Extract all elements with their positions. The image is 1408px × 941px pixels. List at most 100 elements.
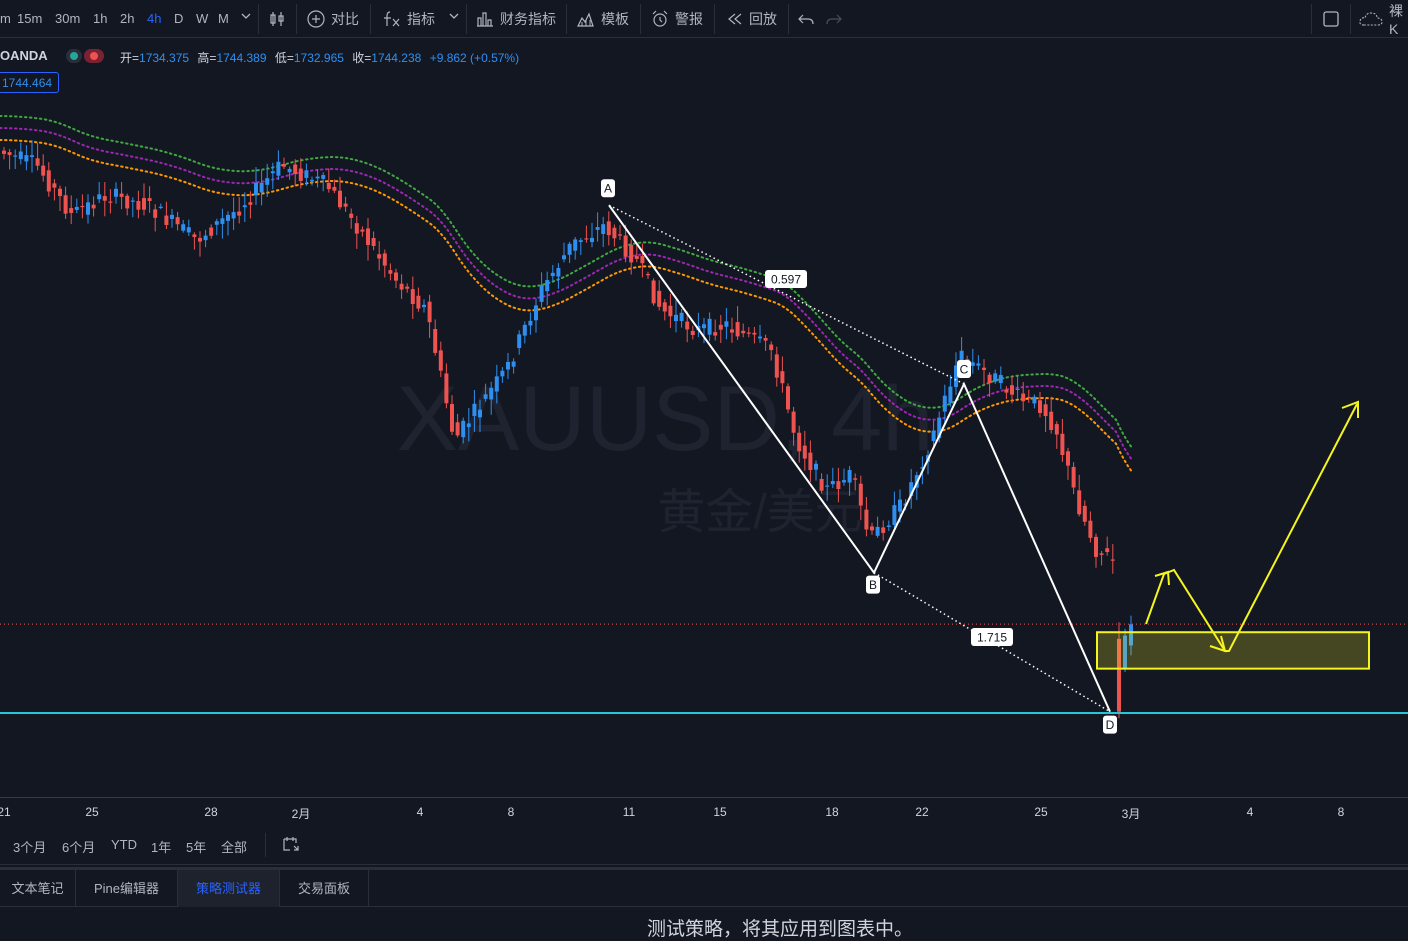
range-all[interactable]: 全部	[221, 837, 247, 856]
candle	[18, 142, 23, 165]
candle	[758, 324, 762, 343]
candle	[567, 241, 572, 264]
x-tick-label: 25	[85, 805, 99, 819]
interval-m[interactable]: m	[0, 11, 11, 26]
interval-30m[interactable]: 30m	[55, 11, 80, 26]
time-axis[interactable]: 21 25 28 2月 4 8 11 15 18 22 25 3月 4 8	[0, 797, 1408, 825]
alarm-clock-icon	[650, 9, 670, 29]
interval-1h[interactable]: 1h	[93, 11, 107, 26]
top-toolbar: m 15m 30m 1h 2h 4h D W M 对比 指标 财务指标 模板 警…	[0, 0, 1408, 38]
indicators-button[interactable]: 指标	[382, 0, 435, 38]
candle	[1054, 421, 1059, 449]
candle	[310, 176, 314, 186]
square-icon	[1322, 10, 1340, 28]
low-key: 低=	[274, 51, 294, 65]
templates-button[interactable]: 模板	[576, 0, 629, 38]
x-tick-label: 8	[507, 805, 515, 819]
ac-ratio-line	[608, 204, 965, 385]
redo-button[interactable]	[825, 0, 843, 38]
candle	[360, 226, 365, 237]
candle	[668, 293, 673, 328]
x-tick-label: 21	[0, 805, 11, 819]
high-key: 高=	[197, 51, 217, 65]
layout-button[interactable]	[1322, 0, 1340, 38]
market-status-open-icon[interactable]	[66, 49, 82, 63]
interval-m-month[interactable]: M	[218, 11, 229, 26]
candle	[46, 162, 51, 197]
x-tick-label: 8	[1337, 805, 1345, 819]
x-tick-label: 2月	[291, 807, 311, 821]
candle	[679, 308, 684, 328]
target-zone	[1096, 631, 1370, 670]
close-value: 1744.238	[371, 51, 422, 65]
range-5y[interactable]: 5年	[186, 837, 206, 856]
candle	[1032, 394, 1037, 409]
candle	[741, 323, 746, 338]
candle	[1010, 375, 1014, 404]
interval-15m[interactable]: 15m	[17, 11, 42, 26]
symbol-label[interactable]: OANDA	[0, 48, 48, 63]
candle	[405, 283, 410, 293]
alert-button[interactable]: 警报	[650, 0, 703, 38]
template-icon	[576, 9, 596, 29]
candle	[522, 321, 527, 344]
tab-pine-editor[interactable]: Pine编辑器	[76, 870, 178, 907]
candle	[198, 231, 202, 257]
candle	[987, 372, 992, 397]
candle	[1066, 447, 1070, 480]
tab-text-notes[interactable]: 文本笔记	[0, 870, 76, 907]
candle	[354, 215, 359, 249]
candle	[842, 468, 846, 486]
cloud-layout-button[interactable]: 裸K	[1358, 0, 1408, 38]
candle	[1049, 396, 1054, 434]
interval-4h[interactable]: 4h	[147, 11, 161, 26]
candle	[214, 218, 219, 236]
price-chart[interactable]: XAUUSD, 4h 黄金/美元 A B C D 0.597 1.715	[0, 38, 1408, 797]
interval-dropdown-icon[interactable]	[241, 9, 251, 24]
chart-type-button[interactable]	[268, 0, 286, 38]
candle	[35, 142, 40, 171]
candle	[1043, 398, 1048, 432]
x-tick-label: 3月	[1121, 807, 1141, 821]
candle	[545, 271, 550, 306]
replay-button[interactable]: 回放	[726, 0, 777, 38]
svg-text:B: B	[869, 578, 877, 592]
candle	[13, 149, 18, 170]
last-price-box: 1744.464	[0, 72, 59, 93]
candle	[948, 374, 953, 407]
indicators-dropdown-icon[interactable]	[449, 9, 459, 24]
layout-name-label: 裸K	[1389, 3, 1403, 37]
market-status-closed-icon[interactable]	[84, 49, 104, 63]
candle	[870, 522, 874, 535]
candle	[556, 263, 561, 289]
interval-w[interactable]: W	[196, 11, 208, 26]
ohlc-values: 开=1734.375 高=1744.389 低=1732.965 收=1744.…	[120, 49, 524, 66]
candle	[192, 232, 197, 250]
candle	[976, 355, 981, 371]
goto-date-icon[interactable]	[282, 835, 300, 856]
candle	[886, 520, 891, 532]
range-ytd[interactable]: YTD	[111, 837, 137, 852]
cloud-icon	[1358, 10, 1384, 28]
candle	[371, 231, 376, 251]
redo-icon	[825, 10, 843, 28]
candle	[528, 312, 533, 335]
compare-button[interactable]: 对比	[306, 0, 359, 38]
undo-icon	[797, 10, 815, 28]
candle	[1099, 550, 1104, 566]
range-1y[interactable]: 1年	[151, 837, 171, 856]
candle	[1110, 544, 1115, 574]
interval-2h[interactable]: 2h	[120, 11, 134, 26]
undo-button[interactable]	[797, 0, 815, 38]
plus-circle-icon	[306, 9, 326, 29]
financials-button[interactable]: 财务指标	[475, 0, 556, 38]
range-3m[interactable]: 3个月	[13, 837, 46, 856]
tab-trading-panel[interactable]: 交易面板	[280, 870, 369, 907]
svg-text:D: D	[1106, 718, 1115, 732]
interval-d[interactable]: D	[174, 11, 183, 26]
tab-strategy-tester[interactable]: 策略测试器	[178, 870, 280, 907]
candle	[175, 211, 180, 231]
range-6m[interactable]: 6个月	[62, 837, 95, 856]
candle	[864, 496, 869, 537]
candle	[573, 237, 578, 260]
